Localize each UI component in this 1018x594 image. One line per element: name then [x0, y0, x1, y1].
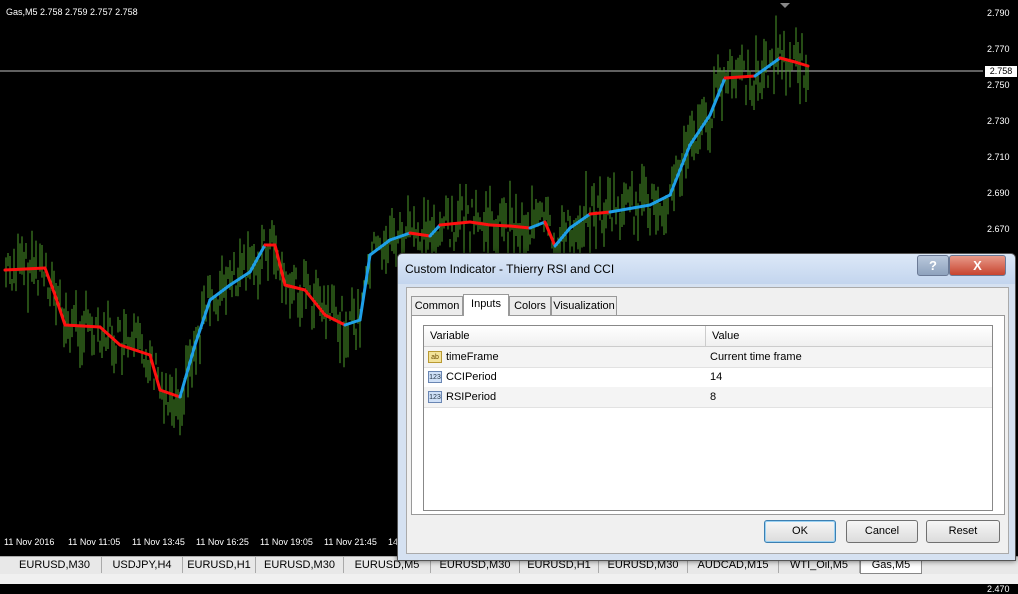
ok-button[interactable]: OK [764, 520, 836, 543]
indicator-segment [508, 224, 532, 230]
parameter-variable: RSIPeriod [446, 391, 497, 403]
parameter-value[interactable]: 8 [710, 387, 716, 407]
price-tick-label: 2.770 [987, 44, 1010, 54]
price-tick-label: 2.670 [987, 224, 1010, 234]
dialog-title: Custom Indicator - Thierry RSI and CCI [405, 262, 615, 276]
tab-inputs[interactable]: Inputs [463, 294, 509, 316]
indicator-segment [488, 223, 512, 228]
dialog-body: Common Inputs Colors Visualization Varia… [406, 287, 1009, 554]
indicator-segment [468, 220, 492, 227]
indicator-segment [588, 210, 612, 216]
time-tick-label: 11 Nov 21:45 [324, 537, 377, 547]
price-tick-label: 2.790 [987, 8, 1010, 18]
price-tick-label: 2.750 [987, 80, 1010, 90]
current-price-label: 2.758 [985, 66, 1017, 77]
cancel-button[interactable]: Cancel [846, 520, 918, 543]
time-tick-label: 11 Nov 16:25 [196, 537, 249, 547]
indicator-segment [303, 288, 327, 317]
price-tick-label: 2.470 [987, 584, 1010, 594]
custom-indicator-dialog: Custom Indicator - Thierry RSI and CCI ?… [397, 253, 1016, 561]
help-button[interactable]: ? [917, 255, 949, 276]
time-tick-label: 11 Nov 2016 [4, 537, 55, 547]
chart-tab[interactable]: EURUSD,M30 [256, 557, 344, 573]
integer-type-icon: 123 [428, 391, 442, 403]
tab-common[interactable]: Common [411, 296, 463, 315]
indicator-segment [408, 231, 432, 238]
column-header-variable[interactable]: Variable [424, 326, 706, 347]
parameter-row[interactable]: 123 CCIPeriod 14 [424, 367, 992, 388]
chart-shift-marker [780, 3, 790, 8]
chart-tab[interactable]: USDJPY,H4 [102, 557, 183, 573]
chart-title: Gas,M5 2.758 2.759 2.757 2.758 [6, 7, 138, 17]
parameter-variable: CCIPeriod [446, 371, 497, 383]
chart-tab[interactable]: EURUSD,M30 [8, 557, 102, 573]
status-bar [0, 574, 1018, 584]
inputs-tab-panel: Variable Value ab timeFrame Current time f… [411, 315, 1005, 515]
string-type-icon: ab [428, 351, 442, 363]
time-tick-label: 11 Nov 11:05 [68, 537, 121, 547]
indicator-segment [3, 266, 47, 272]
indicator-segment [753, 56, 782, 78]
tab-colors[interactable]: Colors [509, 296, 551, 315]
indicator-segment [63, 323, 102, 329]
parameters-table: Variable Value ab timeFrame Current time f… [423, 325, 993, 511]
tab-visualization[interactable]: Visualization [551, 296, 617, 315]
time-tick-label: 11 Nov 13:45 [132, 537, 185, 547]
indicator-segment [358, 253, 372, 322]
dialog-titlebar[interactable]: Custom Indicator - Thierry RSI and CCI ?… [398, 254, 1015, 284]
parameter-row[interactable]: ab timeFrame Current time frame [424, 347, 992, 368]
chart-tab[interactable]: EURUSD,H1 [183, 557, 256, 573]
indicator-segment [323, 313, 347, 327]
parameter-value[interactable]: 14 [710, 367, 722, 387]
parameter-variable: timeFrame [446, 351, 499, 363]
price-tick-label: 2.730 [987, 116, 1010, 126]
price-tick-label: 2.690 [987, 188, 1010, 198]
column-header-value[interactable]: Value [706, 326, 992, 347]
time-tick-label: 11 Nov 19:05 [260, 537, 313, 547]
parameter-row[interactable]: 123 RSIPeriod 8 [424, 387, 992, 408]
close-button[interactable]: X [949, 255, 1006, 276]
parameter-value[interactable]: Current time frame [710, 347, 802, 367]
reset-button[interactable]: Reset [926, 520, 1000, 543]
price-tick-label: 2.710 [987, 152, 1010, 162]
indicator-segment [98, 325, 122, 347]
indicator-segment [723, 74, 757, 80]
integer-type-icon: 123 [428, 371, 442, 383]
